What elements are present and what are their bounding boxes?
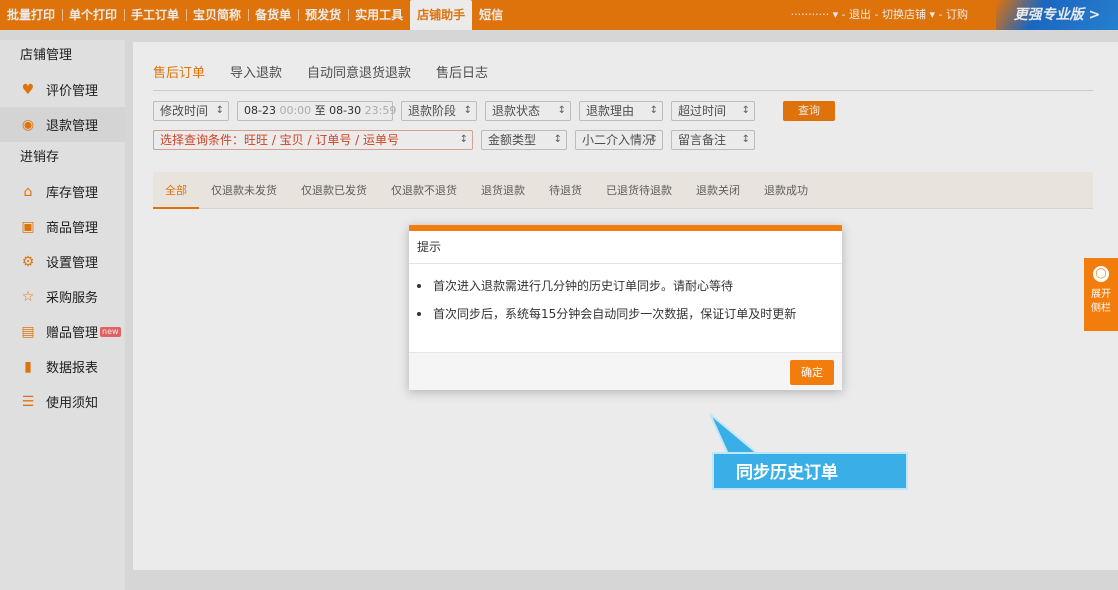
tab-after-sale-log[interactable]: 售后日志 [436, 62, 488, 89]
query-condition-select[interactable]: 选择查询条件：旺旺 / 宝贝 / 订单号 / 运单号 [153, 130, 473, 150]
sidebar-item-label: 库存管理 [46, 186, 99, 201]
query-button[interactable]: 查询 [783, 101, 835, 121]
subtab-refund-success[interactable]: 退款成功 [752, 172, 820, 209]
date-separator: 至 [314, 104, 326, 117]
subtab-returned-pending-refund[interactable]: 已退货待退款 [594, 172, 684, 209]
subtab-refund-shipped[interactable]: 仅退款已发货 [289, 172, 379, 209]
filter-row-1: 修改时间 08-23 00:00 至 08-30 23:59 退款阶段 退款状态… [153, 101, 835, 121]
new-badge: new [100, 326, 121, 337]
gear-icon: ⚙ [21, 253, 35, 270]
top-nav-bar: 批量打印 单个打印 手工订单 宝贝简称 备货单 预发货 实用工具 店铺助手 短信… [0, 0, 1118, 30]
topnav-item-alias[interactable]: 宝贝简称 [186, 0, 248, 30]
sidebar-group-inventory: 进销存 [20, 150, 60, 165]
sidebar-item-reviews[interactable]: ♥ 评价管理 [0, 72, 125, 107]
subtab-refund-closed[interactable]: 退款关闭 [684, 172, 752, 209]
sidebar-item-label: 退款管理 [46, 119, 99, 134]
top-nav: 批量打印 单个打印 手工订单 宝贝简称 备货单 预发货 实用工具 店铺助手 短信 [0, 0, 510, 30]
dialog-title: 提示 [409, 231, 842, 264]
expand-sidebar-button[interactable]: ◯ 展开侧栏 [1084, 258, 1118, 331]
tab-after-sale-orders[interactable]: 售后订单 [153, 62, 205, 89]
topnav-pre-ship[interactable]: 预发货 [298, 0, 348, 30]
tab-divider [153, 90, 1093, 91]
gift-icon: ▤ [21, 323, 35, 340]
topnav-tools[interactable]: 实用工具 [348, 0, 410, 30]
sync-notice-dialog: 提示 首次进入退款需进行几分钟的历史订单同步。请耐心等待 首次同步后，系统每15… [409, 225, 842, 390]
dialog-line: 首次同步后，系统每15分钟会自动同步一次数据，保证订单及时更新 [417, 300, 832, 328]
sidebar-item-label: 赠品管理 [46, 326, 99, 341]
dialog-line: 首次进入退款需进行几分钟的历史订单同步。请耐心等待 [417, 272, 832, 300]
sidebar-item-label: 采购服务 [46, 291, 99, 306]
topnav-stock-list[interactable]: 备货单 [248, 0, 298, 30]
status-subtabs: 全部 仅退款未发货 仅退款已发货 仅退款不退货 退货退款 待退货 已退货待退款 … [153, 172, 1093, 209]
subtab-refund-no-return[interactable]: 仅退款不退货 [379, 172, 469, 209]
tab-bar: 售后订单 导入退款 自动同意退货退款 售后日志 [153, 62, 513, 89]
callout-label: 同步历史订单 [712, 452, 908, 490]
bullet-icon [417, 284, 421, 288]
filter-row-2: 选择查询条件：旺旺 / 宝贝 / 订单号 / 运单号 金额类型 小二介入情况 留… [153, 130, 763, 150]
goods-icon: ▣ [21, 218, 35, 235]
sidebar-item-purchase[interactable]: ☆ 采购服务 [0, 279, 125, 314]
topnav-manual-order[interactable]: 手工订单 [124, 0, 186, 30]
sidebar-item-label: 数据报表 [46, 361, 99, 376]
subtab-pending-return[interactable]: 待退货 [537, 172, 594, 209]
dialog-line-text: 首次进入退款需进行几分钟的历史订单同步。请耐心等待 [433, 279, 734, 293]
sidebar-item-label: 使用须知 [46, 396, 99, 411]
sidebar: 店铺管理 ♥ 评价管理 ◉ 退款管理 进销存 ⌂ 库存管理 ▣ 商品管理 ⚙ 设… [0, 40, 125, 590]
doc-icon: ☰ [21, 393, 35, 410]
confirm-button[interactable]: 确定 [790, 360, 834, 385]
cart-icon: ☆ [21, 288, 35, 305]
date-range-input[interactable]: 08-23 00:00 至 08-30 23:59 [237, 101, 396, 121]
sidebar-group-shop: 店铺管理 [20, 48, 73, 63]
refund-stage-select[interactable]: 退款阶段 [401, 101, 477, 121]
account-links[interactable]: ··········· ▾ - 退出 - 切换店铺 ▾ - 订购 [791, 0, 968, 30]
dialog-body: 首次进入退款需进行几分钟的历史订单同步。请耐心等待 首次同步后，系统每15分钟会… [409, 264, 842, 328]
dialog-line-text: 首次同步后，系统每15分钟会自动同步一次数据，保证订单及时更新 [433, 307, 797, 321]
pro-version-button[interactable]: 更强专业版 > [996, 0, 1118, 30]
date-start-time: 00:00 [279, 104, 312, 117]
sidebar-item-reports[interactable]: ▮ 数据报表 [0, 349, 125, 384]
dialog-footer: 确定 [409, 352, 842, 390]
refund-icon: ◉ [21, 116, 35, 133]
sidebar-item-label: 设置管理 [46, 256, 99, 271]
clock-icon: ◯ [1093, 266, 1109, 282]
topnav-sms[interactable]: 短信 [472, 0, 510, 30]
amount-type-select[interactable]: 金额类型 [481, 130, 567, 150]
tab-auto-agree[interactable]: 自动同意退货退款 [307, 62, 411, 89]
date-start: 08-23 [244, 104, 276, 117]
refund-reason-select[interactable]: 退款理由 [579, 101, 663, 121]
sidebar-item-label: 评价管理 [46, 84, 99, 99]
expand-sidebar-label: 展开侧栏 [1091, 289, 1111, 314]
time-type-select[interactable]: 修改时间 [153, 101, 229, 121]
warehouse-icon: ⌂ [23, 183, 33, 200]
heart-icon: ♥ [21, 81, 35, 98]
sidebar-item-stock[interactable]: ⌂ 库存管理 [0, 174, 125, 209]
sidebar-item-goods[interactable]: ▣ 商品管理 [0, 209, 125, 244]
topnav-shop-assistant[interactable]: 店铺助手 [410, 0, 473, 30]
refund-status-select[interactable]: 退款状态 [485, 101, 571, 121]
sidebar-item-refunds[interactable]: ◉ 退款管理 [0, 107, 125, 142]
date-end-time: 23:59 [364, 104, 397, 117]
subtab-return-refund[interactable]: 退货退款 [469, 172, 537, 209]
sidebar-item-guide[interactable]: ☰ 使用须知 [0, 384, 125, 419]
subtab-all[interactable]: 全部 [153, 172, 199, 209]
sidebar-item-label: 商品管理 [46, 221, 99, 236]
overtime-select[interactable]: 超过时间 [671, 101, 755, 121]
xiaoer-intervention-select[interactable]: 小二介入情况 [575, 130, 663, 150]
topnav-single-print[interactable]: 单个打印 [62, 0, 124, 30]
topnav-batch-print[interactable]: 批量打印 [0, 0, 62, 30]
bar-chart-icon: ▮ [24, 358, 32, 375]
subtab-refund-unshipped[interactable]: 仅退款未发货 [199, 172, 289, 209]
tab-import-refunds[interactable]: 导入退款 [230, 62, 282, 89]
bullet-icon [417, 312, 421, 316]
remark-select[interactable]: 留言备注 [671, 130, 755, 150]
sidebar-item-settings[interactable]: ⚙ 设置管理 [0, 244, 125, 279]
date-end: 08-30 [329, 104, 362, 117]
sidebar-item-gifts[interactable]: ▤ 赠品管理 new [0, 314, 125, 349]
